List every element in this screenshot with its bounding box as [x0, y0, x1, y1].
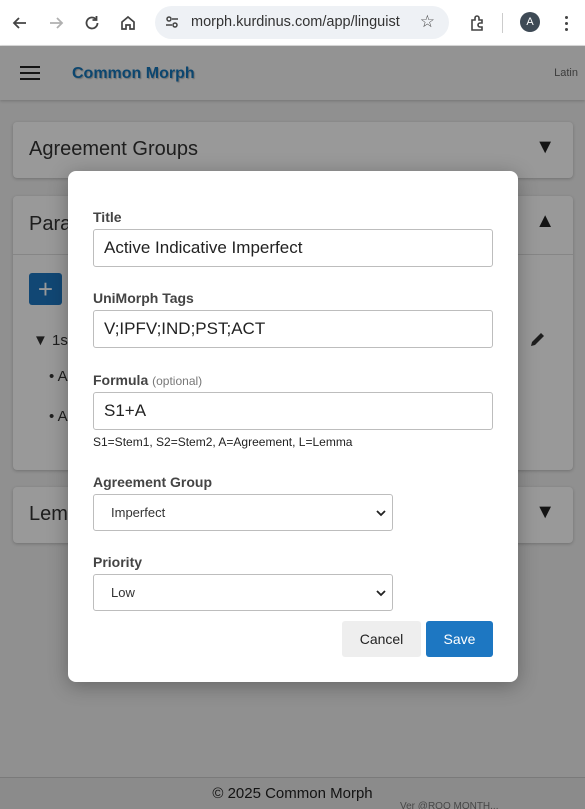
forward-arrow-icon[interactable]	[44, 11, 68, 35]
priority-value: Low	[111, 585, 135, 600]
agreement-group-value: Imperfect	[111, 505, 166, 520]
browser-toolbar: morph.kurdinus.com/app/linguist ☆ A	[0, 0, 585, 46]
formula-hint: S1=Stem1, S2=Stem2, A=Agreement, L=Lemma	[93, 435, 353, 449]
agreement-group-select[interactable]: Imperfect	[93, 494, 393, 531]
priority-select[interactable]: Low	[93, 574, 393, 611]
url-text[interactable]: morph.kurdinus.com/app/linguist	[191, 14, 405, 30]
save-button[interactable]: Save	[426, 621, 493, 657]
formula-input[interactable]	[93, 392, 493, 430]
address-bar[interactable]: morph.kurdinus.com/app/linguist ☆	[155, 6, 449, 39]
browser-menu-icon[interactable]	[556, 11, 576, 35]
profile-avatar[interactable]: A	[520, 12, 540, 32]
title-input[interactable]	[93, 229, 493, 267]
title-label: Title	[93, 209, 122, 225]
optional-note: (optional)	[152, 374, 203, 388]
bookmark-star-icon[interactable]: ☆	[420, 12, 435, 32]
cancel-button[interactable]: Cancel	[342, 621, 421, 657]
unimorph-tags-input[interactable]	[93, 310, 493, 348]
home-icon[interactable]	[116, 11, 140, 35]
agreement-group-label: Agreement Group	[93, 474, 213, 490]
formula-label: Formula (optional)	[93, 372, 202, 388]
toolbar-separator	[502, 13, 503, 33]
reload-icon[interactable]	[80, 11, 104, 35]
site-settings-icon[interactable]	[164, 14, 180, 30]
back-arrow-icon[interactable]	[8, 11, 32, 35]
priority-label: Priority	[93, 554, 143, 570]
chevron-down-icon	[376, 590, 386, 597]
chevron-down-icon	[376, 510, 386, 517]
unimorph-tags-label: UniMorph Tags	[93, 290, 194, 306]
extensions-icon[interactable]	[466, 11, 490, 35]
edit-paradigm-dialog: Title UniMorph Tags Formula (optional) S…	[68, 171, 518, 682]
formula-label-text: Formula	[93, 372, 149, 388]
